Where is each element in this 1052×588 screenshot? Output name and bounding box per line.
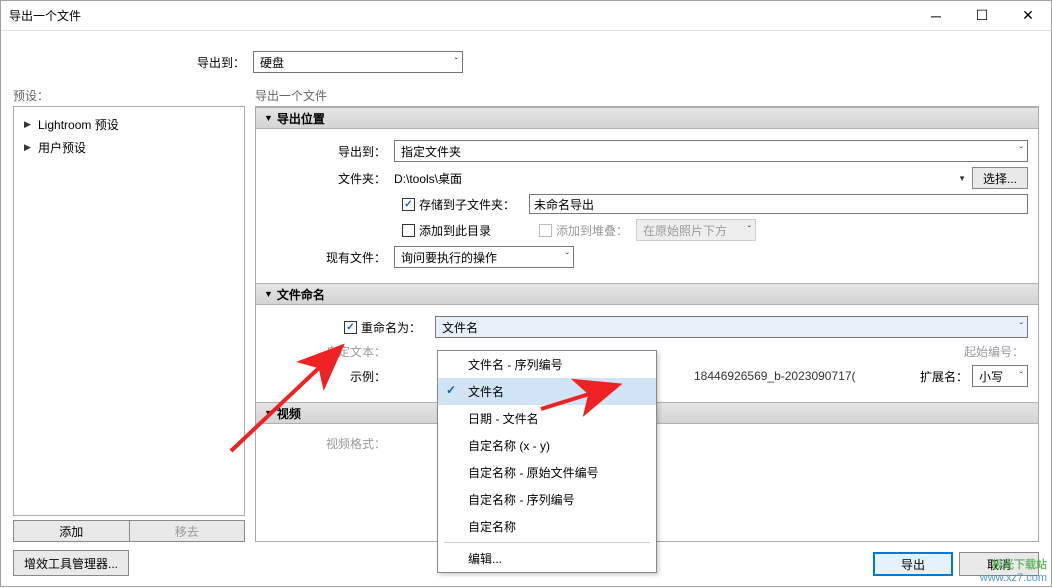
chevron-down-icon: ˇ <box>748 225 751 236</box>
ext-label: 扩展名： <box>920 368 968 385</box>
triangle-down-icon[interactable]: ▼ <box>952 174 972 183</box>
cancel-button[interactable]: 取消 <box>959 552 1039 576</box>
subfolder-checkbox[interactable] <box>402 198 415 211</box>
add-preset-button[interactable]: 添加 <box>13 520 129 542</box>
existing-dropdown[interactable]: 询问要执行的操作 ˇ <box>394 246 574 268</box>
rename-dropdown-menu: 文件名 - 序列编号 ✓文件名 日期 - 文件名 自定名称 (x - y) 自定… <box>437 350 657 573</box>
ext-dropdown[interactable]: 小写 ˇ <box>972 365 1028 387</box>
triangle-down-icon: ▼ <box>264 289 273 299</box>
catalog-checkbox[interactable] <box>402 224 415 237</box>
titlebar: 导出一个文件 ─ ☐ ✕ <box>1 1 1051 31</box>
chevron-down-icon: ˇ <box>455 57 458 68</box>
menu-item[interactable]: 自定名称 <box>438 513 656 540</box>
example-label: 示例： <box>266 368 394 385</box>
section-file-naming[interactable]: ▼ 文件命名 <box>256 283 1038 305</box>
remove-preset-button[interactable]: 移去 <box>129 520 246 542</box>
chevron-down-icon: ˇ <box>1020 322 1023 333</box>
export-to-label: 导出到： <box>13 54 253 71</box>
presets-list: ▶ Lightroom 预设 ▶ 用户预设 <box>13 106 245 516</box>
loc-exportto-label: 导出到： <box>266 143 394 160</box>
catalog-label: 添加到此目录 <box>419 222 539 239</box>
rename-checkbox[interactable] <box>344 321 357 334</box>
menu-item-edit[interactable]: 编辑... <box>438 545 656 572</box>
menu-separator <box>444 542 650 543</box>
folder-path: D:\tools\桌面 <box>394 170 952 187</box>
chevron-down-icon: ˇ <box>566 252 569 263</box>
example-value: 18446926569_b-2023090717( <box>694 369 856 383</box>
triangle-down-icon: ▼ <box>264 408 273 418</box>
chevron-down-icon: ˇ <box>1020 146 1023 157</box>
triangle-down-icon: ▼ <box>264 113 273 123</box>
choose-folder-button[interactable]: 选择... <box>972 167 1028 189</box>
plugin-manager-button[interactable]: 增效工具管理器... <box>13 550 129 576</box>
rename-label: 重命名为： <box>361 319 435 336</box>
location-exportto-dropdown[interactable]: 指定文件夹 ˇ <box>394 140 1028 162</box>
rename-dropdown[interactable]: 文件名 ˇ <box>435 316 1028 338</box>
stack-label: 添加到堆叠： <box>556 222 628 239</box>
section-export-location[interactable]: ▼ 导出位置 <box>256 107 1038 129</box>
menu-item[interactable]: 自定名称 (x - y) <box>438 432 656 459</box>
export-to-value: 硬盘 <box>260 54 284 71</box>
export-to-dropdown[interactable]: 硬盘 ˇ <box>253 51 463 73</box>
presets-header: 预设： <box>13 87 245 104</box>
stack-checkbox <box>539 224 552 237</box>
right-panel-header: 导出一个文件 <box>255 87 1039 104</box>
maximize-button[interactable]: ☐ <box>959 1 1005 31</box>
startnum-label: 起始编号： <box>964 343 1024 360</box>
menu-item-selected[interactable]: ✓文件名 <box>438 378 656 405</box>
triangle-icon: ▶ <box>24 142 34 153</box>
preset-item-lightroom[interactable]: ▶ Lightroom 预设 <box>18 113 240 136</box>
customtext-label: 自定文本： <box>266 343 394 360</box>
videoformat-label: 视频格式： <box>266 435 394 452</box>
check-icon: ✓ <box>446 383 456 397</box>
minimize-button[interactable]: ─ <box>913 1 959 31</box>
menu-item[interactable]: 日期 - 文件名 <box>438 405 656 432</box>
window-controls: ─ ☐ ✕ <box>913 1 1051 31</box>
menu-item[interactable]: 自定名称 - 序列编号 <box>438 486 656 513</box>
menu-item[interactable]: 自定名称 - 原始文件编号 <box>438 459 656 486</box>
preset-item-user[interactable]: ▶ 用户预设 <box>18 136 240 159</box>
window-title: 导出一个文件 <box>9 7 81 24</box>
export-button[interactable]: 导出 <box>873 552 953 576</box>
subfolder-label: 存储到子文件夹： <box>419 196 515 213</box>
close-button[interactable]: ✕ <box>1005 1 1051 31</box>
existing-label: 现有文件： <box>266 249 394 266</box>
triangle-icon: ▶ <box>24 119 34 130</box>
menu-item[interactable]: 文件名 - 序列编号 <box>438 351 656 378</box>
stack-dropdown: 在原始照片下方 ˇ <box>636 219 756 241</box>
chevron-down-icon: ˇ <box>1020 371 1023 382</box>
subfolder-input[interactable] <box>529 194 1028 214</box>
folder-label: 文件夹： <box>266 170 394 187</box>
